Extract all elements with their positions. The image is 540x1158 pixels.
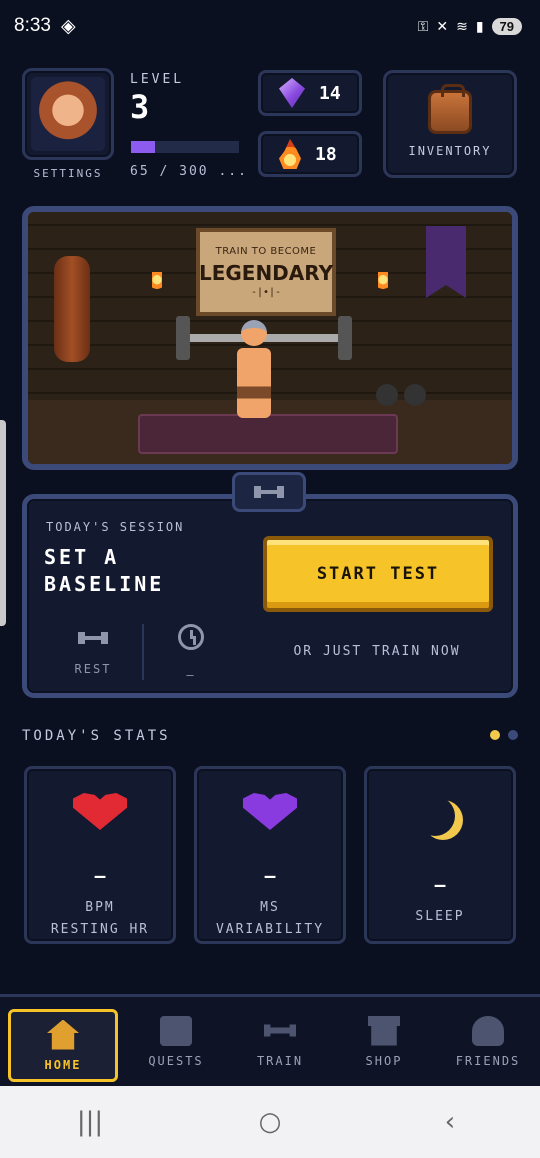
dumbbell-icon [264,1024,296,1037]
dumbbell-icon [78,632,108,644]
moon-icon [413,793,467,839]
stats-title: TODAY'S STATS [22,728,171,744]
torch-icon [152,272,162,294]
session-label: TODAY'S SESSION [46,520,185,534]
key-icon: ⚿ [417,17,429,34]
barbell-plate [176,316,190,360]
recent-apps-icon[interactable]: ||| [60,1107,120,1137]
wifi-icon: ≋ [456,17,468,34]
mute-icon: ✕ [436,17,449,34]
nav-train[interactable]: TRAIN [228,997,332,1086]
hrv-heart-icon [243,793,297,830]
home-button-icon[interactable]: ○ [240,1107,300,1137]
home-icon [47,1019,79,1050]
status-bar: 8:33 ◈ ⚿ ✕ ≋ ▮ 79 [0,0,540,52]
gym-scene: TRAIN TO BECOME LEGENDARY -|•|- [22,206,518,470]
torch-icon [378,272,388,294]
barbell-plate [338,316,352,360]
nav-label: HOME [44,1057,82,1072]
dumbbell-icon [254,486,284,498]
divider [142,624,144,680]
level-value: 3 [130,88,150,126]
stat-card-sleep[interactable]: — SLEEP [364,766,516,944]
page-dot-active[interactable] [490,730,500,740]
back-icon[interactable]: ‹ [420,1107,480,1137]
xp-progress-fill [131,141,155,153]
gems-counter[interactable]: 14 [258,70,362,116]
stat-card-hrv[interactable]: — MS VARIABILITY [194,766,346,944]
nav-label: QUESTS [148,1053,204,1068]
banner-ornament: -|•|- [250,287,282,298]
kettlebell [376,384,398,406]
train-now-link[interactable]: OR JUST TRAIN NOW [270,644,484,659]
page-dot[interactable] [508,730,518,740]
streak-counter[interactable]: 18 [258,131,362,177]
stat-value: — [94,866,106,887]
backpack-icon [428,84,472,134]
hero-character [234,320,274,420]
nav-label: SHOP [365,1053,403,1068]
level-label: LEVEL [130,72,185,87]
streak-value: 18 [315,143,337,165]
clock-icon [178,624,204,650]
nav-label: FRIENDS [455,1053,521,1068]
banner-title: LEGENDARY [198,261,334,285]
stat-label: MS VARIABILITY [215,900,325,937]
rest-label: REST [74,662,112,676]
signal-icon: ▮ [475,17,484,34]
notification-icon: ◈ [60,15,76,37]
rug [138,414,398,454]
session-title: SET A BASELINE [44,545,165,596]
gem-icon [279,78,305,108]
nav-friends[interactable]: FRIENDS [436,997,540,1086]
nav-label: TRAIN [256,1053,304,1068]
xp-progress-bar [131,141,239,153]
kettlebell [404,384,426,406]
rest-stat: REST [52,620,134,676]
nav-shop[interactable]: SHOP [332,997,436,1086]
avatar [31,77,105,151]
battery-indicator: 79 [491,17,522,35]
stat-label: SLEEP [415,909,465,924]
system-nav-bar: ||| ○ ‹ [0,1086,540,1158]
banner-subtitle: TRAIN TO BECOME [215,246,317,257]
stat-label: BPM RESTING HR [50,900,150,937]
scroll-icon [160,1015,192,1046]
edge-panel-handle[interactable] [0,420,6,626]
inventory-button[interactable]: INVENTORY [383,70,517,178]
stat-value: — [264,866,276,887]
shop-icon [368,1015,400,1046]
status-time: 8:33 [14,15,51,36]
session-tab [232,472,306,512]
friends-icon [472,1015,504,1046]
xp-text: 65 / 300 ... [130,164,248,179]
gems-value: 14 [319,82,341,104]
inventory-label: INVENTORY [408,144,492,158]
nav-quests[interactable]: QUESTS [124,997,228,1086]
fire-icon [279,139,301,169]
settings-label[interactable]: SETTINGS [22,167,114,180]
bottom-nav: HOME QUESTS TRAIN SHOP FRIENDS [0,994,540,1086]
stat-card-resting-hr[interactable]: — BPM RESTING HR [24,766,176,944]
start-test-button[interactable]: START TEST [263,536,493,612]
avatar-button[interactable] [22,68,114,160]
stat-value: — [434,875,446,896]
time-value: — [186,668,196,682]
punching-bag [54,256,90,362]
heart-rate-icon [73,793,127,830]
nav-home[interactable]: HOME [8,1009,118,1082]
time-stat: — [150,620,232,682]
motivation-banner: TRAIN TO BECOME LEGENDARY -|•|- [196,228,336,316]
